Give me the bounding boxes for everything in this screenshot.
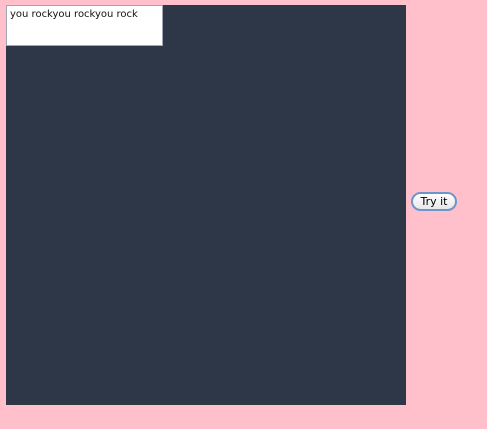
text-output-box[interactable]: you rockyou rockyou rock: [6, 5, 163, 46]
canvas-panel: you rockyou rockyou rock: [6, 5, 406, 405]
try-it-button[interactable]: Try it: [411, 192, 457, 211]
